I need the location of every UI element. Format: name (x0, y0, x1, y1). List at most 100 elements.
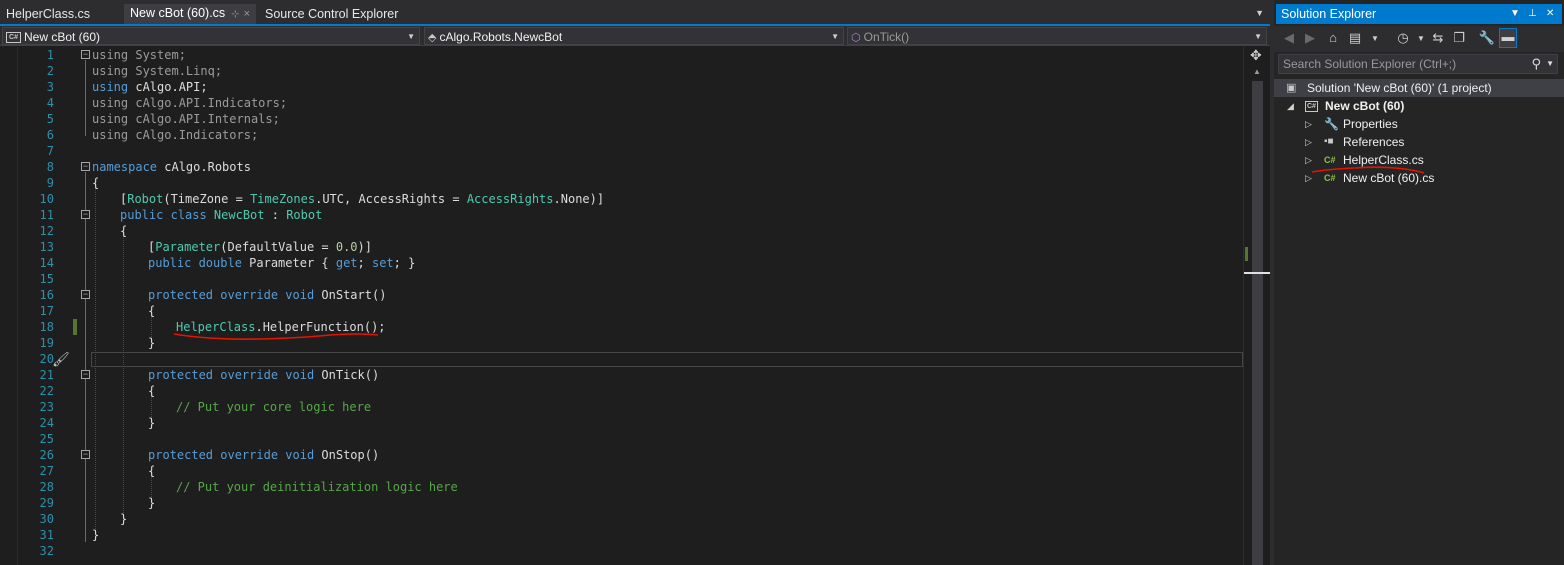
tab-label: Source Control Explorer (265, 7, 399, 21)
code-text: } (148, 496, 156, 510)
code-text: ; (357, 256, 372, 270)
code-line: // Put your deinitialization logic here (0, 479, 1242, 495)
code-text: .UTC, AccessRights = (315, 192, 467, 206)
project-dropdown[interactable]: C# New cBot (60) ▼ (2, 27, 420, 45)
code-line: } (0, 335, 1242, 351)
csharp-file-icon: C# (1324, 173, 1336, 183)
comment: // Put your core logic here (176, 400, 372, 414)
type-name: Parameter (155, 240, 221, 254)
tab-label: New cBot (60).cs (130, 6, 226, 20)
solution-explorer-panel: Solution Explorer ▼ ⊥ ✕ ◀ ▶ ⌂ ▤ ▼ ◷ ▼ ⇆ … (1270, 0, 1564, 565)
panel-title: Solution Explorer (1281, 7, 1377, 21)
tab-label: HelperClass.cs (6, 7, 91, 21)
tree-item-label: Properties (1343, 117, 1398, 131)
code-line: public double Parameter { get; set; } (0, 255, 1242, 271)
properties-wrench-icon[interactable]: 🔧 (1478, 30, 1496, 46)
code-text: cAlgo.API.Indicators; (128, 96, 288, 110)
line-number: 25 (39, 432, 54, 446)
collapsed-triangle-icon[interactable]: ▷ (1305, 115, 1312, 133)
auto-hide-pin-icon[interactable]: ⊥ (1528, 4, 1537, 24)
code-editor[interactable]: 🖌 1 2 3 4 5 6 7 8 9 10 11 12 13 14 15 16… (0, 47, 1271, 565)
chevron-down-icon: ▼ (831, 32, 839, 41)
scroll-up-icon[interactable]: ▲ (1253, 67, 1261, 76)
close-icon[interactable]: ✕ (1546, 4, 1554, 24)
split-editor-icon[interactable]: ✥ (1250, 47, 1262, 64)
collapsed-triangle-icon[interactable]: ▷ (1305, 169, 1312, 187)
forward-icon[interactable]: ▶ (1301, 30, 1319, 46)
code-line: using cAlgo.API.Indicators; (0, 95, 1242, 111)
navigation-bar: C# New cBot (60) ▼ ⬘ cAlgo.Robots.NewcBot ▼ … (0, 26, 1270, 46)
code-text: cAlgo.API.Internals; (128, 112, 280, 126)
code-line: protected override void OnStart() (0, 287, 1242, 303)
csharp-project-icon: C# (6, 32, 21, 44)
chevron-down-icon[interactable]: ▼ (1412, 34, 1430, 43)
expanded-triangle-icon[interactable]: ◢ (1287, 97, 1294, 115)
switch-views-icon[interactable]: ▤ (1346, 30, 1364, 46)
collapsed-triangle-icon[interactable]: ▷ (1305, 133, 1312, 151)
home-icon[interactable]: ⌂ (1324, 30, 1342, 45)
code-text: Parameter { (241, 256, 336, 270)
tree-item-solution[interactable]: ▣ Solution 'New cBot (60)' (1 project) (1274, 79, 1564, 97)
project-label: New cBot (60) (24, 30, 101, 44)
code-text: } (92, 528, 100, 542)
back-icon[interactable]: ◀ (1280, 30, 1298, 46)
member-label: OnTick() (863, 30, 910, 44)
code-text: cAlgo.Robots (157, 160, 251, 174)
keyword: using (92, 112, 129, 126)
keyword: protected override void (148, 448, 315, 462)
code-text: } (148, 416, 156, 430)
window-position-dropdown-icon[interactable]: ▼ (1510, 4, 1520, 24)
code-line: { (0, 223, 1242, 239)
code-line: } (0, 415, 1242, 431)
solution-explorer-search[interactable]: Search Solution Explorer (Ctrl+;) ⚲ ▼ (1278, 54, 1558, 74)
vertical-scrollbar[interactable]: ✥ ▲ (1243, 47, 1271, 565)
code-text: cAlgo.API; (128, 80, 208, 94)
tree-item-project[interactable]: ◢ C# New cBot (60) (1274, 97, 1564, 115)
keyword: public class (120, 208, 207, 222)
type-name: TimeZones (250, 192, 316, 206)
close-icon[interactable]: × (244, 8, 250, 20)
collapse-all-icon[interactable]: ❐ (1450, 30, 1468, 46)
pin-icon[interactable]: ⊹ (231, 9, 239, 20)
chevron-down-icon: ▼ (1254, 32, 1262, 41)
code-line: [Parameter(DefaultValue = 0.0)] (0, 239, 1242, 255)
chevron-down-icon[interactable]: ▼ (1546, 55, 1554, 73)
code-line: [Robot(TimeZone = TimeZones.UTC, AccessR… (0, 191, 1242, 207)
tree-item-label: Solution 'New cBot (60)' (1 project) (1307, 81, 1492, 95)
tree-item-properties[interactable]: ▷ 🔧 Properties (1274, 115, 1564, 133)
search-placeholder: Search Solution Explorer (Ctrl+;) (1283, 57, 1457, 71)
sync-icon[interactable]: ⇆ (1429, 30, 1447, 46)
type-dropdown[interactable]: ⬘ cAlgo.Robots.NewcBot ▼ (424, 27, 844, 45)
pending-changes-filter-icon[interactable]: ◷ (1394, 30, 1412, 46)
tab-overflow-dropdown-icon[interactable]: ▼ (1255, 8, 1264, 18)
code-line: { (0, 175, 1242, 191)
code-line: HelperClass.HelperFunction(); (0, 319, 1242, 335)
code-line: // Put your core logic here (0, 399, 1242, 415)
code-text: System.Linq; (128, 64, 223, 78)
tab-source-control-explorer[interactable]: Source Control Explorer (259, 5, 404, 24)
line-number: 32 (39, 544, 54, 558)
collapsed-triangle-icon[interactable]: ▷ (1305, 151, 1312, 169)
code-line: using cAlgo.API; (0, 79, 1242, 95)
preview-selected-items-icon[interactable]: ▬ (1499, 28, 1517, 48)
chevron-down-icon[interactable]: ▼ (1366, 34, 1384, 43)
code-text: { (148, 384, 156, 398)
code-text: .None)] (553, 192, 605, 206)
line-number: 15 (39, 272, 54, 286)
tab-helperclass[interactable]: HelperClass.cs (0, 5, 96, 24)
code-text: (DefaultValue = (220, 240, 336, 254)
tree-item-new-cbot-file[interactable]: ▷ C# New cBot (60).cs (1274, 169, 1564, 187)
document-tab-bar: HelperClass.cs New cBot (60).cs ⊹ × Source… (0, 0, 1270, 26)
code-line: using System.Linq; (0, 63, 1242, 79)
tree-item-helperclass[interactable]: ▷ C# HelperClass.cs (1274, 151, 1564, 169)
search-icon[interactable]: ⚲ (1531, 55, 1541, 73)
scrollbar-thumb[interactable] (1252, 81, 1263, 565)
panel-title-bar: Solution Explorer ▼ ⊥ ✕ (1276, 4, 1562, 24)
tree-item-references[interactable]: ▷ ▪■ References (1274, 133, 1564, 151)
code-line: namespace cAlgo.Robots (0, 159, 1242, 175)
code-line: using cAlgo.Indicators; (0, 127, 1242, 143)
member-dropdown[interactable]: ⬡ OnTick() ▼ (847, 27, 1267, 45)
code-text: { (92, 176, 100, 190)
type-name: Robot (127, 192, 164, 206)
tab-new-cbot[interactable]: New cBot (60).cs ⊹ × (124, 4, 256, 24)
